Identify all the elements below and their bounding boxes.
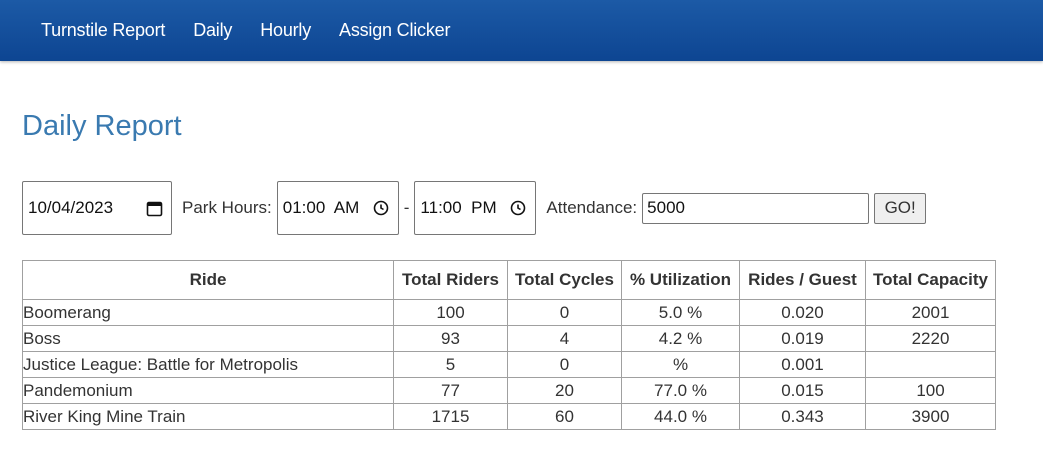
utilization-cell: 44.0 %	[621, 403, 740, 430]
table-header-row: Ride Total Riders Total Cycles % Utiliza…	[22, 260, 996, 300]
ride-name-cell: River King Mine Train	[22, 403, 394, 430]
park-hours-label: Park Hours:	[182, 198, 272, 217]
total-riders-cell: 93	[393, 325, 508, 352]
nav-daily[interactable]: Daily	[179, 0, 246, 61]
total-capacity-cell: 2220	[865, 325, 996, 352]
nav-hourly[interactable]: Hourly	[246, 0, 325, 61]
date-value: 10/04/2023	[28, 198, 114, 217]
rides-per-guest-cell: 0.019	[739, 325, 866, 352]
open-time-input[interactable]: 01:00 AM	[276, 181, 399, 235]
ride-name-cell: Pandemonium	[22, 377, 394, 404]
table-row: Boss 93 4 4.2 % 0.019 2220	[22, 325, 996, 352]
open-time-value: 01:00 AM	[282, 198, 360, 217]
close-time-value: 11:00 PM	[420, 198, 497, 217]
total-cycles-cell: 20	[507, 377, 622, 404]
report-controls: 10/04/2023 Park Hours: 01:00 AM - 11:00 …	[22, 181, 927, 235]
ride-name-cell: Boss	[22, 325, 394, 352]
rides-per-guest-cell: 0.001	[739, 351, 866, 378]
table-row: River King Mine Train 1715 60 44.0 % 0.3…	[22, 403, 996, 430]
ride-name-cell: Justice League: Battle for Metropolis	[22, 351, 394, 378]
ride-name-cell: Boomerang	[22, 299, 394, 326]
total-cycles-cell: 60	[507, 403, 622, 430]
clock-icon[interactable]	[509, 199, 527, 217]
table-row: Justice League: Battle for Metropolis 5 …	[22, 351, 996, 378]
close-time-input[interactable]: 11:00 PM	[414, 181, 537, 235]
total-riders-cell: 1715	[393, 403, 508, 430]
header-total-riders: Total Riders	[393, 260, 508, 300]
total-capacity-cell: 3900	[865, 403, 996, 430]
rides-per-guest-cell: 0.015	[739, 377, 866, 404]
header-utilization: % Utilization	[621, 260, 740, 300]
daily-report-table: Ride Total Riders Total Cycles % Utiliza…	[22, 260, 996, 430]
table-row: Pandemonium 77 20 77.0 % 0.015 100	[22, 377, 996, 404]
total-cycles-cell: 4	[507, 325, 622, 352]
go-button[interactable]: GO!	[874, 192, 927, 224]
utilization-cell: %	[621, 351, 740, 378]
header-ride: Ride	[22, 260, 394, 300]
date-input[interactable]: 10/04/2023	[22, 181, 172, 235]
page-title: Daily Report	[22, 110, 182, 142]
total-cycles-cell: 0	[507, 351, 622, 378]
time-separator: -	[403, 198, 410, 217]
total-riders-cell: 100	[393, 299, 508, 326]
nav-turnstile-report[interactable]: Turnstile Report	[27, 0, 179, 61]
header-total-cycles: Total Cycles	[507, 260, 622, 300]
total-cycles-cell: 0	[507, 299, 622, 326]
header-total-capacity: Total Capacity	[865, 260, 996, 300]
total-riders-cell: 5	[393, 351, 508, 378]
nav-assign-clicker[interactable]: Assign Clicker	[325, 0, 464, 61]
total-capacity-cell: 2001	[865, 299, 996, 326]
total-capacity-cell	[865, 351, 996, 378]
utilization-cell: 4.2 %	[621, 325, 740, 352]
total-riders-cell: 77	[393, 377, 508, 404]
rides-per-guest-cell: 0.343	[739, 403, 866, 430]
top-navbar: Turnstile Report Daily Hourly Assign Cli…	[0, 0, 1043, 61]
total-capacity-cell: 100	[865, 377, 996, 404]
calendar-icon[interactable]	[145, 199, 163, 217]
header-rides-per-guest: Rides / Guest	[739, 260, 866, 300]
table-row: Boomerang 100 0 5.0 % 0.020 2001	[22, 299, 996, 326]
attendance-label: Attendance:	[546, 198, 638, 217]
utilization-cell: 77.0 %	[621, 377, 740, 404]
clock-icon[interactable]	[372, 199, 390, 217]
rides-per-guest-cell: 0.020	[739, 299, 866, 326]
utilization-cell: 5.0 %	[621, 299, 740, 326]
attendance-input[interactable]	[642, 192, 870, 224]
